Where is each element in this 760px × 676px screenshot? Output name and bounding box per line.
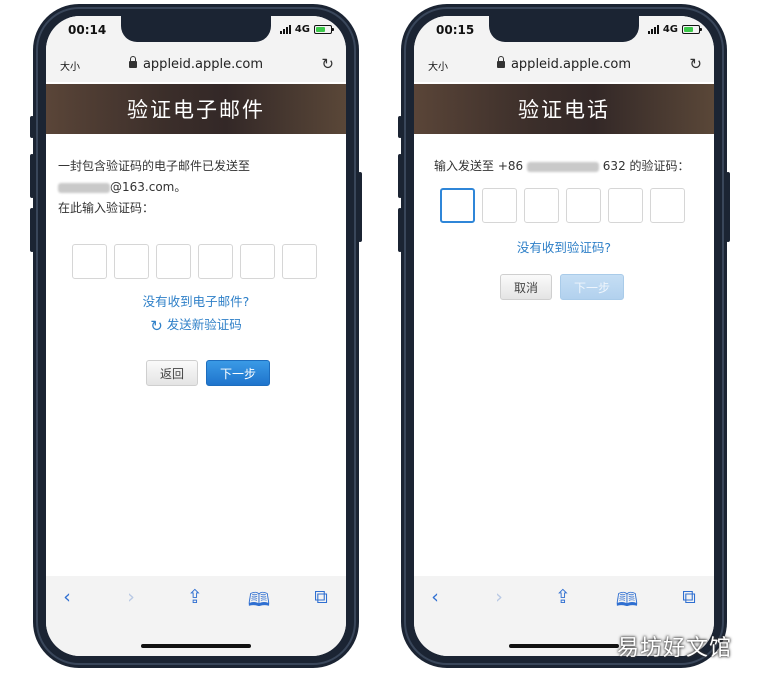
home-indicator[interactable] bbox=[141, 644, 251, 648]
masked-phone-number bbox=[526, 161, 599, 172]
back-icon[interactable]: ‹ bbox=[54, 586, 80, 608]
power-button bbox=[726, 172, 730, 242]
main-content: 输入发送至 +86 632 的验证码： 没有收到验证码? 取消 下一步 bbox=[414, 134, 714, 576]
reload-icon[interactable]: ↻ bbox=[689, 55, 702, 73]
power-button bbox=[358, 172, 362, 242]
refresh-icon: ↻ bbox=[150, 317, 163, 335]
code-digit-1[interactable] bbox=[72, 244, 107, 279]
code-digit-6[interactable] bbox=[282, 244, 317, 279]
instruction-prefix: 输入发送至 +86 bbox=[434, 159, 524, 173]
phone-right: 00:15 4G 大小 appleid.apple.com ↻ 验证电话 输入发… bbox=[398, 4, 730, 668]
next-button[interactable]: 下一步 bbox=[560, 274, 624, 300]
forward-icon[interactable]: › bbox=[486, 586, 512, 608]
network-type: 4G bbox=[662, 24, 678, 35]
page-title: 验证电子邮件 bbox=[46, 84, 346, 134]
status-time: 00:14 bbox=[68, 23, 107, 37]
network-type: 4G bbox=[294, 24, 310, 35]
mute-switch bbox=[30, 116, 34, 138]
page-title: 验证电话 bbox=[414, 84, 714, 134]
volume-up-button bbox=[398, 154, 402, 198]
url-text: appleid.apple.com bbox=[510, 57, 632, 72]
forward-icon[interactable]: › bbox=[118, 586, 144, 608]
mute-switch bbox=[398, 116, 402, 138]
masked-email bbox=[58, 182, 110, 193]
no-code-link[interactable]: 没有收到验证码? bbox=[414, 237, 714, 256]
screen: 00:14 4G 大小 appleid.apple.com ↻ 验证电子邮件 一… bbox=[46, 16, 346, 656]
next-button[interactable]: 下一步 bbox=[206, 360, 270, 386]
code-digit-4[interactable] bbox=[566, 188, 601, 223]
share-icon[interactable]: ⇪ bbox=[550, 586, 576, 608]
status-indicators: 4G bbox=[279, 24, 334, 35]
code-input-group bbox=[72, 244, 317, 279]
code-digit-5[interactable] bbox=[608, 188, 643, 223]
code-digit-3[interactable] bbox=[156, 244, 191, 279]
code-digit-2[interactable] bbox=[114, 244, 149, 279]
code-digit-4[interactable] bbox=[198, 244, 233, 279]
tabs-icon[interactable]: ⧉ bbox=[676, 586, 702, 608]
watermark: 易坊好文馆 bbox=[616, 636, 732, 661]
home-indicator[interactable] bbox=[509, 644, 619, 648]
lock-icon bbox=[128, 56, 137, 68]
bookmarks-icon[interactable]: 🕮 bbox=[246, 586, 272, 618]
back-icon[interactable]: ‹ bbox=[422, 586, 448, 608]
volume-down-button bbox=[30, 208, 34, 252]
main-content: 一封包含验证码的电子邮件已发送至 @163.com。 在此输入验证码： 没有收到… bbox=[46, 134, 346, 576]
reload-icon[interactable]: ↻ bbox=[321, 55, 334, 73]
volume-up-button bbox=[30, 154, 34, 198]
email-suffix: @163.com。 bbox=[110, 180, 187, 194]
code-input-group bbox=[440, 188, 685, 223]
code-digit-1[interactable] bbox=[440, 188, 475, 223]
signal-icon bbox=[647, 25, 659, 34]
screen: 00:15 4G 大小 appleid.apple.com ↻ 验证电话 输入发… bbox=[414, 16, 714, 656]
battery-icon bbox=[314, 25, 334, 34]
tabs-icon[interactable]: ⧉ bbox=[308, 586, 334, 608]
status-time: 00:15 bbox=[436, 23, 475, 37]
share-icon[interactable]: ⇪ bbox=[182, 586, 208, 608]
instruction-suffix: 632 的验证码： bbox=[602, 159, 690, 173]
address-bar[interactable]: 大小 appleid.apple.com ↻ bbox=[414, 48, 714, 82]
code-digit-2[interactable] bbox=[482, 188, 517, 223]
volume-down-button bbox=[398, 208, 402, 252]
notch bbox=[121, 16, 271, 42]
resend-label: 发送新验证码 bbox=[166, 317, 242, 332]
url-display[interactable]: appleid.apple.com bbox=[46, 56, 346, 72]
code-digit-3[interactable] bbox=[524, 188, 559, 223]
battery-icon bbox=[682, 25, 702, 34]
back-button[interactable]: 返回 bbox=[146, 360, 198, 386]
instruction-line-2: 在此输入验证码： bbox=[58, 201, 155, 215]
resend-code-link[interactable]: ↻ 发送新验证码 bbox=[46, 314, 346, 335]
instruction-text: 输入发送至 +86 632 的验证码： bbox=[434, 156, 690, 177]
instruction-line-1: 一封包含验证码的电子邮件已发送至 bbox=[58, 159, 251, 173]
bookmarks-icon[interactable]: 🕮 bbox=[614, 586, 640, 618]
url-display[interactable]: appleid.apple.com bbox=[414, 56, 714, 72]
browser-toolbar: ‹ › ⇪ 🕮 ⧉ bbox=[46, 576, 346, 656]
no-email-link[interactable]: 没有收到电子邮件? bbox=[46, 291, 346, 310]
url-text: appleid.apple.com bbox=[142, 57, 264, 72]
email-line: @163.com。 bbox=[58, 177, 250, 198]
instruction-text: 一封包含验证码的电子邮件已发送至 @163.com。 在此输入验证码： bbox=[58, 156, 250, 219]
signal-icon bbox=[279, 25, 291, 34]
cancel-button[interactable]: 取消 bbox=[500, 274, 552, 300]
address-bar[interactable]: 大小 appleid.apple.com ↻ bbox=[46, 48, 346, 82]
code-digit-6[interactable] bbox=[650, 188, 685, 223]
notch bbox=[489, 16, 639, 42]
code-digit-5[interactable] bbox=[240, 244, 275, 279]
phone-left: 00:14 4G 大小 appleid.apple.com ↻ 验证电子邮件 一… bbox=[30, 4, 362, 668]
lock-icon bbox=[496, 56, 505, 68]
status-indicators: 4G bbox=[647, 24, 702, 35]
